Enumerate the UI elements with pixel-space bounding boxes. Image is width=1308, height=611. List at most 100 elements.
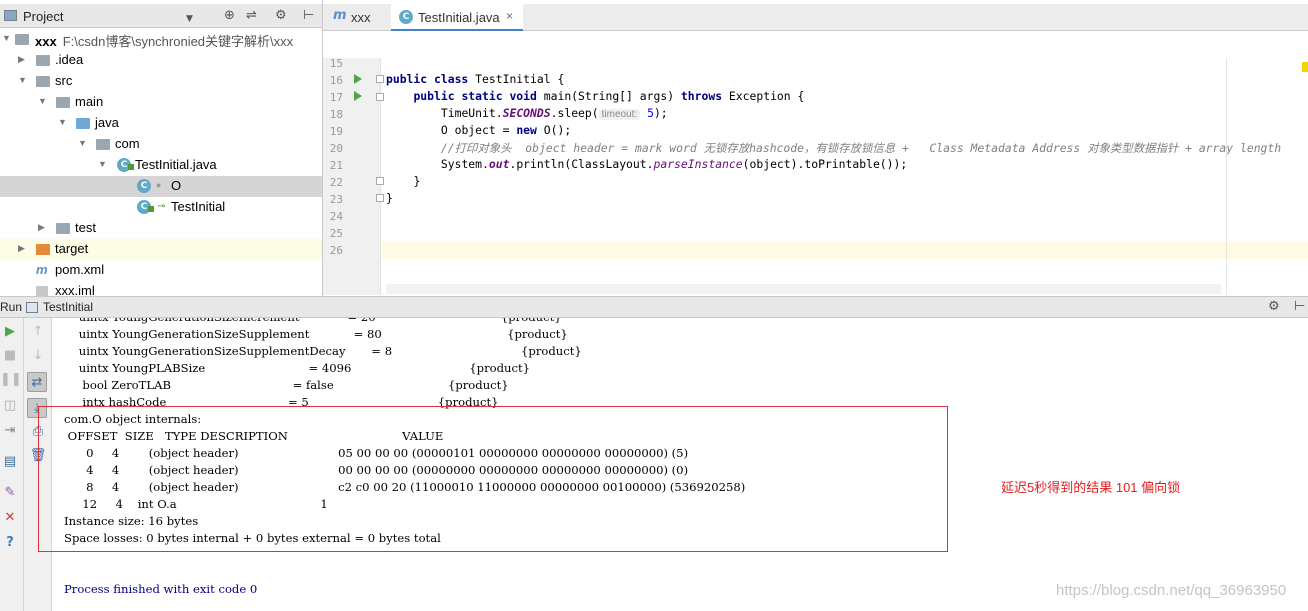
tree-item-project-root[interactable]: ▼ xxx F:\csdn博客\synchronied关键字解析\xxx	[0, 29, 322, 50]
tree-item-class-testinitial[interactable]: C ⊸ TestInitial	[0, 197, 322, 218]
locate-target-icon[interactable]: ⊕	[224, 8, 235, 24]
stop-icon[interactable]: ■	[0, 346, 20, 366]
run-main-icon[interactable]	[354, 91, 362, 101]
runnable-badge-icon	[148, 206, 154, 212]
chevron-down-icon[interactable]: ▼	[38, 96, 47, 106]
tree-item-class-o[interactable]: C ● O	[0, 176, 322, 197]
chevron-right-icon[interactable]: ▶	[18, 54, 25, 65]
console-line: uintx YoungPLABSize = 4096 {product}	[64, 361, 531, 375]
hide-panel-icon[interactable]: ⊢	[1294, 299, 1305, 314]
tree-item-src[interactable]: ▼ src	[0, 71, 322, 92]
chevron-down-icon[interactable]: ▼	[98, 159, 107, 169]
code-keyword: public class	[386, 72, 469, 86]
tree-item-com[interactable]: ▼ com	[0, 134, 322, 155]
tab-xxx[interactable]: m xxx	[323, 4, 389, 31]
run-toolbar-primary: ▶ ■ ❚❚ ◫ ⇥ ▤ ✎ ✕ ?	[0, 318, 24, 611]
editor-tab-bar: m xxx C TestInitial.java ×	[323, 4, 1308, 31]
tree-item-label: O	[171, 178, 182, 193]
code-line-22: }	[386, 174, 420, 191]
line-number: 25	[329, 227, 343, 240]
hide-panel-icon[interactable]: ⊢	[303, 8, 314, 24]
dump-threads-icon[interactable]: ◫	[0, 396, 20, 416]
run-config-icon	[26, 302, 38, 313]
tree-item-label: TestInitial.java	[135, 157, 217, 172]
chevron-right-icon[interactable]: ▶	[18, 243, 25, 254]
tree-item-target[interactable]: ▶ target	[0, 239, 322, 260]
close-icon[interactable]: ✕	[0, 508, 20, 528]
module-file-icon	[36, 286, 48, 296]
code-text: .println(ClassLayout.	[509, 157, 654, 171]
gear-icon[interactable]: ⚙	[1268, 299, 1280, 314]
down-arrow-icon[interactable]: ↓	[28, 346, 48, 366]
line-number: 16	[329, 74, 343, 87]
soft-wrap-icon[interactable]: ⇄	[27, 372, 47, 392]
run-class-icon[interactable]	[354, 74, 362, 84]
tree-item-label: src	[55, 73, 73, 88]
chevron-down-icon[interactable]: ▼	[18, 75, 27, 85]
project-view-icon	[4, 10, 17, 21]
tree-item-java[interactable]: ▼ java	[0, 113, 322, 134]
code-keyword: new	[516, 123, 537, 137]
chevron-down-icon[interactable]: ▼	[186, 11, 193, 27]
code-static-field: out	[488, 157, 510, 171]
tab-label: TestInitial.java	[418, 10, 500, 25]
exit-icon[interactable]: ⇥	[0, 421, 20, 441]
help-icon[interactable]: ?	[0, 533, 20, 553]
project-path: F:\csdn博客\synchronied关键字解析\xxx	[62, 34, 294, 49]
tab-testinitial-java[interactable]: C TestInitial.java ×	[391, 4, 523, 31]
code-text: System.	[440, 157, 489, 171]
tree-item-label: xxx.iml	[55, 283, 95, 296]
tree-item-idea[interactable]: ▶ .idea	[0, 50, 322, 71]
folder-icon	[56, 223, 70, 234]
gear-icon[interactable]: ⚙	[275, 8, 287, 24]
tree-item-xxx-iml[interactable]: xxx.iml	[0, 281, 322, 296]
up-arrow-icon[interactable]: ↑	[28, 322, 48, 342]
console-line: uintx YoungGenerationSizeIncrement = 20 …	[64, 318, 562, 327]
code-text: main(String[] args)	[536, 89, 681, 103]
collapse-all-icon[interactable]: ⇌	[246, 8, 257, 24]
process-exit-line: Process finished with exit code 0	[64, 582, 258, 596]
chevron-right-icon[interactable]: ▶	[38, 222, 45, 233]
chevron-down-icon[interactable]: ▼	[78, 138, 87, 148]
code-editor[interactable]: public class TestInitial { public static…	[382, 58, 1308, 295]
tree-item-label: xxx	[35, 34, 57, 49]
project-panel-header: Project ▼ ⊕ ⇌ ⚙ ⊢	[0, 4, 322, 28]
pause-icon[interactable]: ❚❚	[0, 370, 22, 390]
package-icon	[96, 139, 110, 150]
code-text: }	[386, 191, 393, 205]
code-line-16: public class TestInitial {	[386, 72, 564, 89]
code-number: 5	[647, 106, 654, 120]
code-line-20: //打印对象头 object header = mark word 无锁存放ha…	[386, 140, 1281, 157]
warning-stripe-icon[interactable]	[1302, 62, 1308, 72]
annotation-highlight-box	[38, 406, 948, 552]
chevron-down-icon[interactable]: ▼	[2, 33, 11, 43]
code-line-17: public static void main(String[] args) t…	[386, 89, 804, 106]
code-text: O();	[536, 123, 572, 137]
code-line-23: }	[386, 191, 393, 208]
tree-item-main[interactable]: ▼ main	[0, 92, 322, 113]
console-line: bool ZeroTLAB = false {product}	[64, 378, 509, 392]
runnable-badge-icon	[128, 164, 134, 170]
maven-file-icon: m	[36, 262, 48, 277]
line-number: 17	[329, 91, 343, 104]
tree-item-label: TestInitial	[171, 199, 226, 214]
pin-icon[interactable]: ✎	[0, 483, 20, 503]
tree-item-label: com	[115, 136, 140, 151]
chevron-down-icon[interactable]: ▼	[58, 117, 67, 127]
code-text: TimeUnit.	[440, 106, 503, 120]
tree-item-testinitial-java[interactable]: ▼ C TestInitial.java	[0, 155, 322, 176]
tree-item-label: main	[75, 94, 104, 109]
tree-item-test[interactable]: ▶ test	[0, 218, 322, 239]
tree-item-label: test	[75, 220, 96, 235]
code-keyword: public static void	[413, 89, 537, 103]
code-keyword: throws	[680, 89, 723, 103]
project-view-selector[interactable]: Project	[23, 9, 63, 24]
tab-label: xxx	[351, 10, 371, 25]
line-number: 18	[329, 108, 343, 121]
run-tab-testinitial[interactable]: TestInitial	[43, 300, 93, 314]
layout-icon[interactable]: ▤	[0, 452, 20, 472]
tree-item-pom-xml[interactable]: m pom.xml	[0, 260, 322, 281]
rerun-icon[interactable]: ▶	[0, 322, 20, 342]
close-icon[interactable]: ×	[506, 9, 513, 23]
horizontal-scrollbar[interactable]	[386, 284, 1221, 294]
